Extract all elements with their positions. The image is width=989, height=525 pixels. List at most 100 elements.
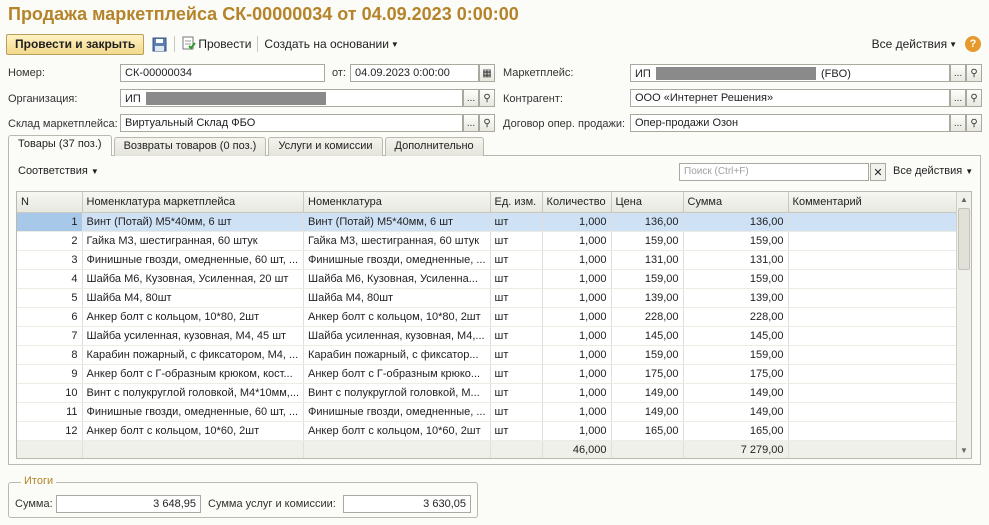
table-row[interactable]: 9 Анкер болт с Г-образным крюком, кост...… [17, 364, 966, 384]
organization-label: Организация: [8, 93, 78, 105]
number-field[interactable]: СК-00000034 [120, 64, 325, 82]
col-price-header[interactable]: Цена [611, 192, 684, 213]
all-actions-menu[interactable]: Все действия ▼ [872, 37, 957, 51]
scroll-up-icon[interactable]: ▲ [957, 192, 971, 207]
tab-additional[interactable]: Дополнительно [384, 137, 484, 156]
save-icon[interactable] [150, 35, 168, 53]
col-n-cell: 2 [17, 231, 83, 251]
col-sum-header[interactable]: Сумма [683, 192, 789, 213]
help-icon[interactable]: ? [965, 36, 981, 52]
search-icon[interactable]: ⚲ [479, 114, 495, 132]
col-mp-nomenclature-cell: Финишные гвозди, омедненные, 60 шт, ... [82, 402, 305, 422]
col-comment-cell [788, 212, 966, 232]
col-quantity-cell: 1,000 [542, 383, 612, 403]
col-unit-header[interactable]: Ед. изм. [490, 192, 543, 213]
select-button[interactable]: ... [950, 64, 966, 82]
col-n-cell: 6 [17, 307, 83, 327]
table-row[interactable]: 8 Карабин пожарный, с фиксатором, М4, ...… [17, 345, 966, 365]
toolbar-divider [257, 36, 259, 52]
col-price-cell: 149,00 [611, 402, 684, 422]
tab-returns[interactable]: Возвраты товаров (0 поз.) [113, 137, 267, 156]
table-row[interactable]: 11 Финишные гвозди, омедненные, 60 шт, ..… [17, 402, 966, 422]
post-button[interactable]: Провести [181, 35, 251, 53]
col-unit-cell: шт [490, 269, 543, 289]
col-mp-nomenclature-cell: Анкер болт с Г-образным крюком, кост... [82, 364, 305, 384]
table-row[interactable]: 3 Финишные гвозди, омедненные, 60 шт, ...… [17, 250, 966, 270]
date-field[interactable]: 04.09.2023 0:00:00 [350, 64, 479, 82]
table-row[interactable]: 5 Шайба М4, 80шт Шайба М4, 80шт шт 1,000 139,… [17, 288, 966, 308]
col-unit-cell: шт [490, 345, 543, 365]
scroll-thumb[interactable] [958, 208, 970, 270]
search-icon[interactable]: ⚲ [966, 89, 982, 107]
services-sum-field[interactable]: 3 630,05 [343, 495, 471, 513]
vertical-scrollbar[interactable]: ▲ ▼ [956, 192, 971, 458]
post-label: Провести [198, 37, 252, 51]
correspondence-menu[interactable]: Соответствия ▼ [18, 165, 99, 177]
col-mp-nomenclature-cell: Шайба усиленная, кузовная, М4, 45 шт [82, 326, 305, 346]
col-sum-cell: 159,00 [683, 345, 789, 365]
table-row[interactable]: 4 Шайба М6, Кузовная, Усиленная, 20 шт Шай… [17, 269, 966, 289]
marketplace-field[interactable]: ИП (FBO) [630, 64, 950, 82]
col-comment-header[interactable]: Комментарий [788, 192, 966, 213]
col-unit-footer [490, 439, 543, 458]
col-comment-cell [788, 364, 966, 384]
table-row[interactable]: 2 Гайка М3, шестигранная, 60 штук Гайка М3… [17, 231, 966, 251]
col-price-cell: 136,00 [611, 212, 684, 232]
redacted-block [145, 92, 326, 105]
search-icon[interactable]: ⚲ [966, 114, 982, 132]
col-n-header[interactable]: N [17, 192, 83, 213]
select-button[interactable]: ... [463, 114, 479, 132]
tab-services[interactable]: Услуги и комиссии [268, 137, 383, 156]
create-based-on-menu[interactable]: Создать на основании ▼ [264, 37, 398, 51]
col-sum-cell: 165,00 [683, 421, 789, 441]
contract-field[interactable]: Опер-продажи Озон [630, 114, 950, 132]
sum-label: Сумма: [15, 498, 53, 510]
post-and-close-button[interactable]: Провести и закрыть [6, 33, 145, 55]
warehouse-field[interactable]: Виртуальный Склад ФБО [120, 114, 463, 132]
col-nomenclature-cell: Шайба М4, 80шт [303, 288, 491, 308]
select-button[interactable]: ... [950, 89, 966, 107]
marketplace-prefix: ИП [635, 68, 651, 80]
col-n-cell: 10 [17, 383, 83, 403]
col-nomenclature-cell: Финишные гвозди, омедненные, ... [303, 250, 491, 270]
col-nomenclature-cell: Финишные гвозди, омедненные, ... [303, 402, 491, 422]
col-nomenclature-header[interactable]: Номенклатура [303, 192, 491, 213]
select-button[interactable]: ... [950, 114, 966, 132]
all-actions-label: Все действия [871, 37, 948, 51]
col-unit-cell: шт [490, 288, 543, 308]
col-sum-cell: 228,00 [683, 307, 789, 327]
counterparty-field[interactable]: ООО «Интернет Решения» [630, 89, 950, 107]
table-search-input[interactable]: Поиск (Ctrl+F) [679, 163, 869, 181]
select-button[interactable]: ... [463, 89, 479, 107]
search-icon[interactable]: ⚲ [966, 64, 982, 82]
col-mp-nomenclature-cell: Карабин пожарный, с фиксатором, М4, ... [82, 345, 305, 365]
col-n-cell: 9 [17, 364, 83, 384]
clear-search-icon[interactable]: ✕ [870, 163, 886, 181]
col-quantity-header[interactable]: Количество [542, 192, 612, 213]
col-quantity-cell: 1,000 [542, 345, 612, 365]
tab-goods[interactable]: Товары (37 поз.) [8, 135, 112, 156]
scroll-down-icon[interactable]: ▼ [957, 443, 971, 458]
table-footer-row: 46,000 7 279,00 [17, 439, 966, 458]
table-row[interactable]: 10 Винт с полукруглой головкой, М4*10мм,.… [17, 383, 966, 403]
col-mp-nomenclature-cell: Финишные гвозди, омедненные, 60 шт, ... [82, 250, 305, 270]
col-mp-nomenclature-cell: Винт с полукруглой головкой, М4*10мм,... [82, 383, 305, 403]
col-mp-nomenclature-footer [82, 439, 305, 458]
table-all-actions-menu[interactable]: Все действия ▼ [893, 165, 973, 177]
table-row[interactable]: 6 Анкер болт с кольцом, 10*80, 2шт Анкер б… [17, 307, 966, 327]
table-row[interactable]: 12 Анкер болт с кольцом, 10*60, 2шт Анкер … [17, 421, 966, 441]
search-icon[interactable]: ⚲ [479, 89, 495, 107]
calendar-icon[interactable]: ▦ [479, 64, 495, 82]
col-price-cell: 139,00 [611, 288, 684, 308]
col-unit-cell: шт [490, 383, 543, 403]
col-unit-cell: шт [490, 250, 543, 270]
table-row[interactable]: 7 Шайба усиленная, кузовная, М4, 45 шт Шай… [17, 326, 966, 346]
col-nomenclature-cell: Анкер болт с кольцом, 10*80, 2шт [303, 307, 491, 327]
col-mp-nomenclature-cell: Анкер болт с кольцом, 10*80, 2шт [82, 307, 305, 327]
organization-field[interactable]: ИП [120, 89, 463, 107]
goods-table[interactable]: N Номенклатура маркетплейса Номенклатура Ед… [16, 191, 972, 459]
sum-field[interactable]: 3 648,95 [56, 495, 201, 513]
table-row[interactable]: 1 Винт (Потай) М5*40мм, 6 шт Винт (Потай) … [17, 212, 966, 232]
col-n-cell: 3 [17, 250, 83, 270]
col-mp-nomenclature-header[interactable]: Номенклатура маркетплейса [82, 192, 305, 213]
